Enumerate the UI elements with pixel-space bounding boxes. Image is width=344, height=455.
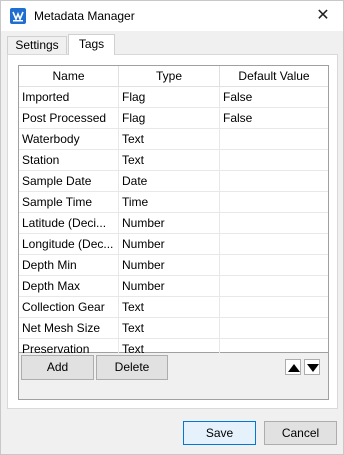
move-down-button[interactable] [304,359,320,375]
cancel-button[interactable]: Cancel [264,421,337,445]
close-button[interactable]: ✕ [303,1,343,31]
delete-button[interactable]: Delete [96,355,168,380]
cell-default-value[interactable] [220,276,328,297]
cell-type[interactable]: Time [119,192,220,213]
cell-default-value[interactable] [220,129,328,150]
column-header-type[interactable]: Type [119,66,220,87]
cell-type[interactable]: Number [119,234,220,255]
table-row[interactable]: Net Mesh Size Text [19,318,328,339]
table-row[interactable]: Collection Gear Text [19,297,328,318]
cell-default-value[interactable] [220,297,328,318]
cell-default-value[interactable] [220,150,328,171]
cell-type[interactable]: Text [119,129,220,150]
app-icon [10,8,26,24]
cell-name[interactable]: Sample Date [19,171,119,192]
cell-default-value[interactable] [220,234,328,255]
cell-name[interactable]: Imported [19,87,119,108]
cell-name[interactable]: Sample Time [19,192,119,213]
triangle-up-icon [288,364,300,372]
column-header-name[interactable]: Name [19,66,119,87]
table-row[interactable]: Waterbody Text [19,129,328,150]
grid-toolbar: Add Delete [18,353,329,400]
tags-panel: Name Type Default Value Imported Flag Fals… [7,54,338,409]
title-bar: Metadata Manager ✕ [1,1,343,31]
cell-default-value[interactable]: False [220,108,328,129]
cell-name[interactable]: Waterbody [19,129,119,150]
cell-name[interactable]: Station [19,150,119,171]
table-row[interactable]: Sample Time Time [19,192,328,213]
window-title: Metadata Manager [34,9,135,23]
save-button[interactable]: Save [183,421,256,445]
cell-name[interactable]: Latitude (Deci... [19,213,119,234]
cell-type[interactable]: Number [119,213,220,234]
cell-type[interactable]: Flag [119,108,220,129]
table-row[interactable]: Station Text [19,150,328,171]
cell-type[interactable]: Number [119,276,220,297]
tab-settings[interactable]: Settings [7,36,67,54]
cell-name[interactable]: Depth Max [19,276,119,297]
cell-name[interactable]: Net Mesh Size [19,318,119,339]
close-icon: ✕ [316,7,330,24]
move-up-button[interactable] [285,359,301,375]
triangle-down-icon [307,364,319,372]
table-row[interactable]: Sample Date Date [19,171,328,192]
table-row[interactable]: Depth Max Number [19,276,328,297]
cell-type[interactable]: Number [119,255,220,276]
table-row[interactable]: Imported Flag False [19,87,328,108]
metadata-manager-window: Metadata Manager ✕ Settings Tags Name Ty… [0,0,344,455]
cell-default-value[interactable] [220,171,328,192]
cell-name[interactable]: Post Processed [19,108,119,129]
cell-name[interactable]: Longitude (Dec... [19,234,119,255]
add-button[interactable]: Add [21,355,94,380]
cell-type[interactable]: Flag [119,87,220,108]
cell-name[interactable]: Collection Gear [19,297,119,318]
table-row[interactable]: Post Processed Flag False [19,108,328,129]
cell-default-value[interactable] [220,255,328,276]
cell-type[interactable]: Text [119,150,220,171]
cell-default-value[interactable] [220,318,328,339]
column-header-default-value[interactable]: Default Value [220,66,328,87]
cell-type[interactable]: Date [119,171,220,192]
cell-default-value[interactable] [220,213,328,234]
table-row[interactable]: Longitude (Dec... Number [19,234,328,255]
table-row[interactable]: Depth Min Number [19,255,328,276]
cell-default-value[interactable]: False [220,87,328,108]
cell-type[interactable]: Text [119,297,220,318]
cell-default-value[interactable] [220,192,328,213]
tags-grid: Name Type Default Value Imported Flag Fals… [18,65,329,360]
tab-tags[interactable]: Tags [68,34,115,55]
table-row[interactable]: Latitude (Deci... Number [19,213,328,234]
cell-name[interactable]: Depth Min [19,255,119,276]
cell-type[interactable]: Text [119,318,220,339]
